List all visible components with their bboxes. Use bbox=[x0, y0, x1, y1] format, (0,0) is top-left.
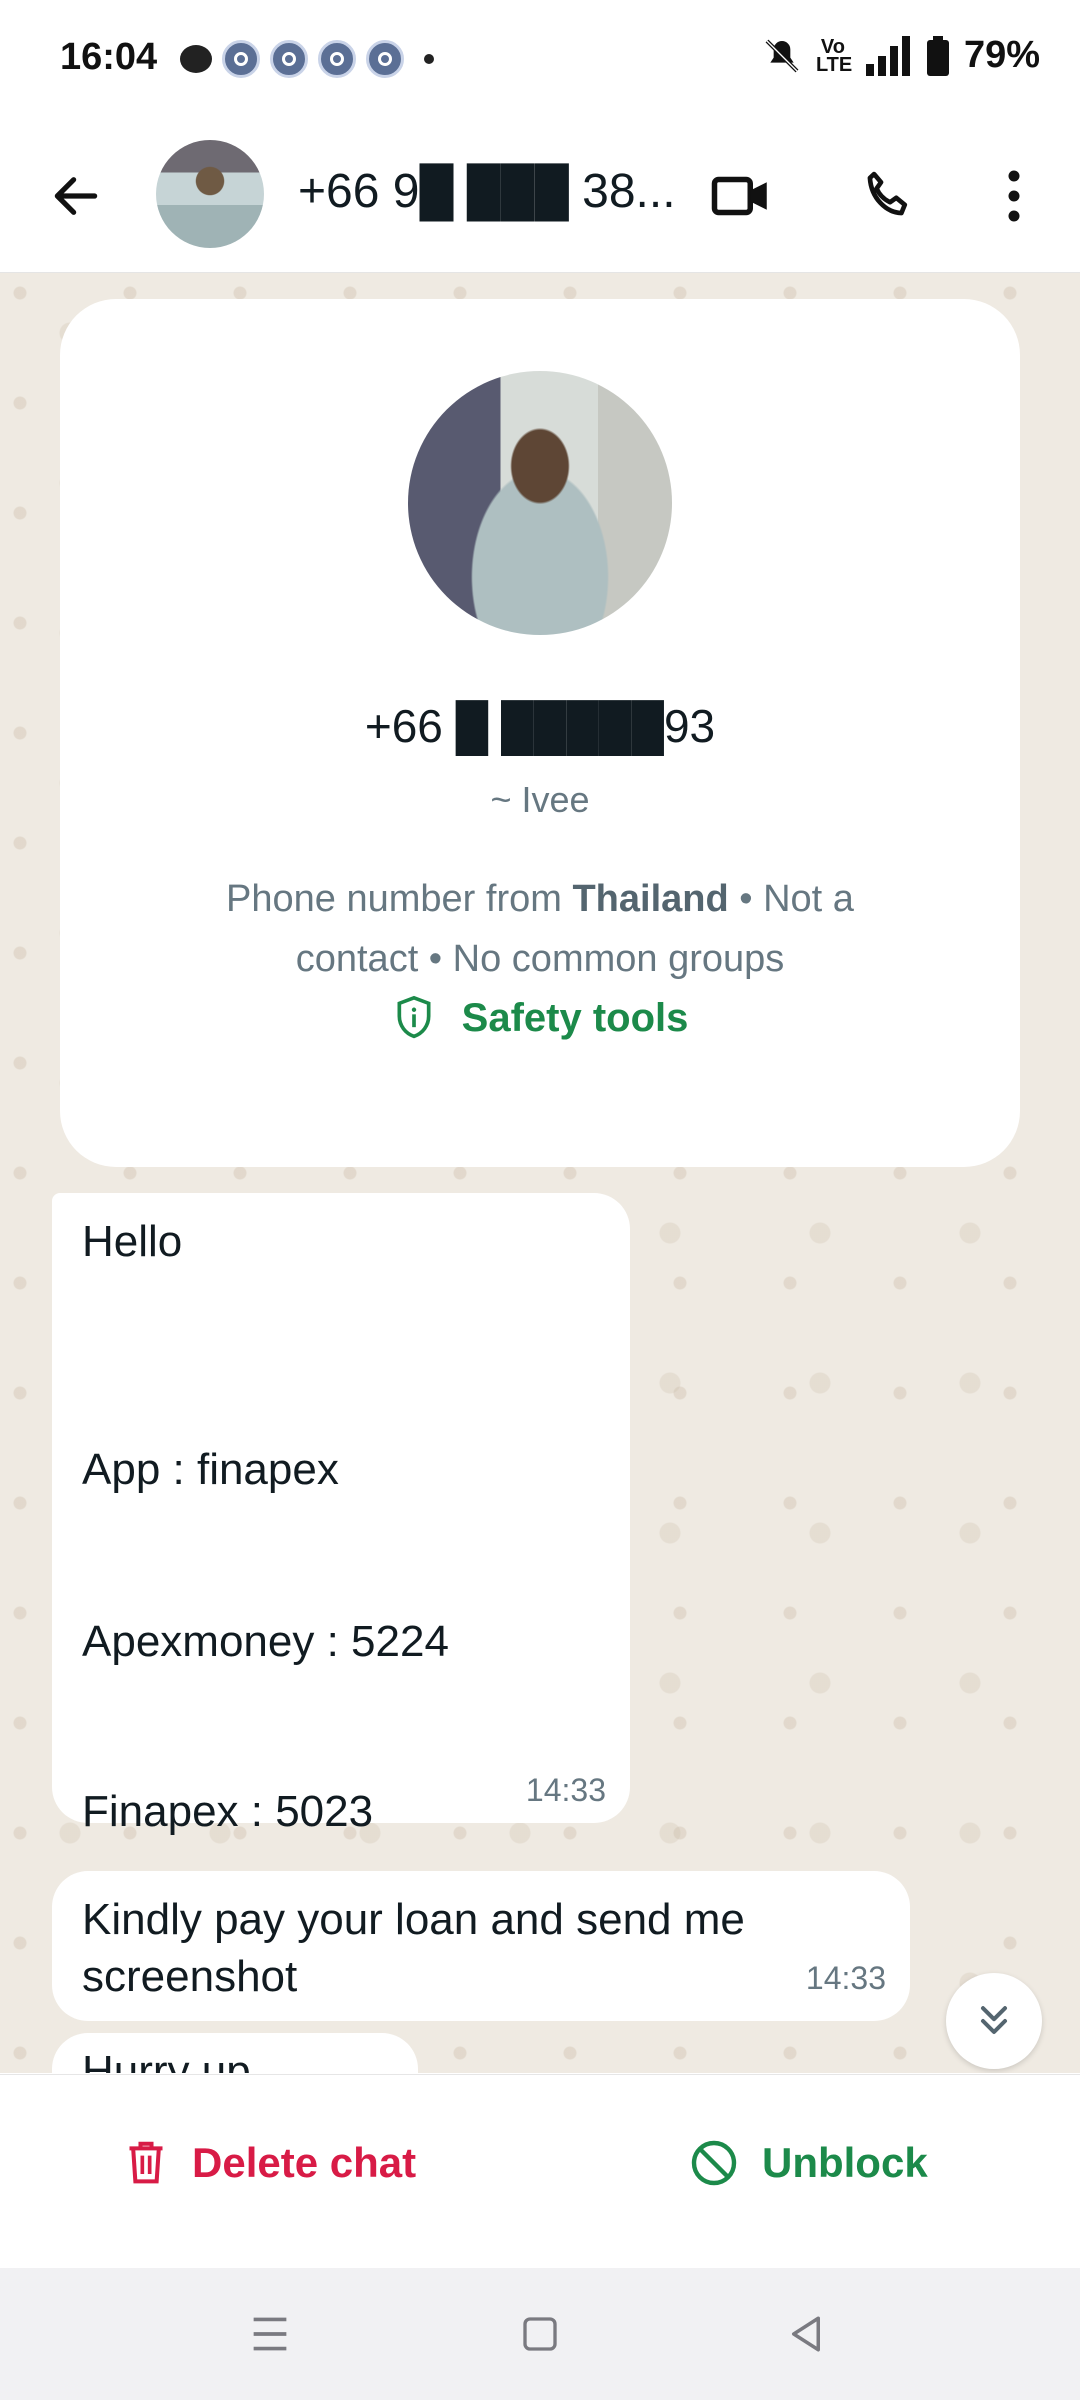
chat-notification-icon bbox=[180, 45, 212, 73]
double-chevron-down-icon bbox=[980, 2006, 1008, 2035]
video-call-icon bbox=[711, 176, 767, 216]
message-text: Hurry up bbox=[82, 2047, 251, 2073]
message-line: Hello bbox=[82, 1217, 183, 1266]
message-line: Finapex : 5023 bbox=[82, 1787, 374, 1836]
block-icon bbox=[691, 2140, 737, 2186]
contact-info-card: +66 █ █████93 ~ Ivee Phone number from T… bbox=[60, 299, 1020, 1167]
blocked-action-bar: Delete chat Unblock bbox=[0, 2074, 1080, 2269]
delete-chat-button[interactable]: Delete chat bbox=[124, 2139, 416, 2187]
menu-lines-icon bbox=[253, 2317, 287, 2351]
message-text: Kindly pay your loan and send me screens… bbox=[82, 1895, 745, 2001]
chat-header: +66 9█ ███ 38... bbox=[0, 120, 1080, 273]
contact-name: ~ Ivee bbox=[490, 779, 590, 820]
safety-tools-label: Safety tools bbox=[461, 995, 689, 1040]
unblock-button[interactable]: Unblock bbox=[690, 2139, 928, 2187]
battery-percent: 79% bbox=[963, 34, 1040, 76]
message-bubble[interactable]: Kindly pay your loan and send me screens… bbox=[52, 1871, 910, 2021]
shield-icon bbox=[397, 995, 431, 1039]
contact-phone: +66 █ █████93 bbox=[364, 700, 716, 752]
status-bar: 16:04 Vo LTE 79% bbox=[0, 0, 1080, 120]
chat-area[interactable]: +66 █ █████93 ~ Ivee Phone number from T… bbox=[0, 273, 1080, 2073]
app-notification-icon bbox=[222, 40, 260, 78]
volte-indicator: Vo LTE bbox=[815, 35, 853, 76]
desc-prefix: Phone number from bbox=[226, 878, 573, 920]
square-home-icon bbox=[523, 2317, 557, 2351]
more-notifications-icon bbox=[424, 54, 434, 64]
message-time: 14:33 bbox=[805, 1960, 886, 1996]
safety-tools-button[interactable]: Safety tools bbox=[60, 994, 1020, 1042]
more-options-button[interactable] bbox=[978, 160, 1050, 232]
signal-icon bbox=[865, 35, 910, 76]
unblock-label: Unblock bbox=[762, 2139, 928, 2186]
app-notification-icon bbox=[318, 40, 356, 78]
more-options-icon bbox=[1008, 170, 1020, 222]
status-time: 16:04 bbox=[60, 36, 158, 78]
trash-icon bbox=[129, 2141, 163, 2184]
delete-chat-label: Delete chat bbox=[192, 2139, 417, 2186]
video-call-button[interactable] bbox=[706, 160, 778, 232]
message-line: Apexmoney : 5224 bbox=[82, 1617, 449, 1666]
back-nav-button[interactable] bbox=[776, 2304, 836, 2364]
home-button[interactable] bbox=[510, 2304, 570, 2364]
voice-call-icon bbox=[867, 171, 908, 216]
scroll-to-bottom-button[interactable] bbox=[946, 1973, 1042, 2069]
message-bubble[interactable]: Hurry up bbox=[52, 2033, 418, 2073]
back-button[interactable] bbox=[38, 158, 114, 234]
contact-avatar[interactable] bbox=[156, 140, 264, 248]
contact-title[interactable]: +66 9█ ███ 38... bbox=[298, 164, 676, 219]
back-arrow-icon bbox=[54, 177, 98, 215]
app-notification-icon bbox=[270, 40, 308, 78]
mute-bell-icon bbox=[765, 39, 799, 72]
contact-profile-photo[interactable] bbox=[408, 371, 672, 635]
notification-icons bbox=[180, 40, 434, 78]
triangle-back-icon bbox=[792, 2316, 820, 2352]
message-line: App : finapex bbox=[82, 1445, 339, 1494]
contact-description: Phone number from Thailand • Not a conta… bbox=[180, 869, 900, 989]
system-nav-bar bbox=[0, 2268, 1080, 2400]
message-time: 14:33 bbox=[525, 1772, 606, 1808]
status-indicators: Vo LTE 79% bbox=[762, 34, 1040, 77]
voice-call-button[interactable] bbox=[852, 160, 924, 232]
desc-country: Thailand bbox=[572, 878, 729, 920]
app-notification-icon bbox=[366, 40, 404, 78]
recent-apps-button[interactable] bbox=[240, 2304, 300, 2364]
battery-icon bbox=[926, 35, 949, 76]
message-bubble[interactable]: Hello App : finapex Apexmoney : 5224 Fin… bbox=[52, 1193, 630, 1836]
